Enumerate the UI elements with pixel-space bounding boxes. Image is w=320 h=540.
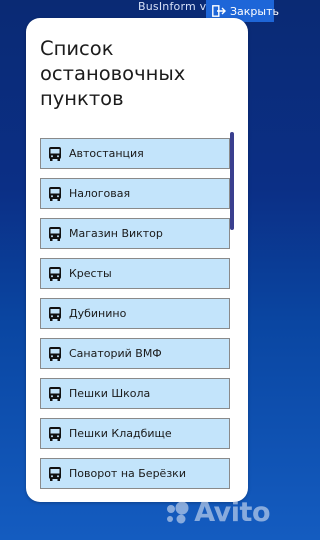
bus-icon xyxy=(49,386,61,401)
list-item[interactable]: Налоговая xyxy=(40,178,230,209)
list-item[interactable]: Кресты xyxy=(40,258,230,289)
stops-card: Список остановочных пунктов Автостанция xyxy=(26,18,248,502)
watermark-text: Avito xyxy=(194,497,270,528)
bus-icon xyxy=(49,306,61,321)
avito-watermark: Avito xyxy=(163,497,270,528)
list-item[interactable]: Автостанция xyxy=(40,138,230,169)
bus-icon xyxy=(49,226,61,241)
stop-label: Магазин Виктор xyxy=(69,227,163,240)
stop-label: Дубинино xyxy=(69,307,127,320)
scrollbar[interactable] xyxy=(230,132,234,230)
close-button-label: Закрыть xyxy=(230,4,279,18)
stop-label: Налоговая xyxy=(69,187,131,200)
list-item[interactable]: Пешки Кладбище xyxy=(40,418,230,449)
bus-icon xyxy=(49,266,61,281)
app-name: BusInform v xyxy=(138,0,207,13)
list-item[interactable]: Дубинино xyxy=(40,298,230,329)
list-item[interactable]: Пешки Школа xyxy=(40,378,230,409)
stop-label: Автостанция xyxy=(69,147,144,160)
avito-logo-icon xyxy=(163,501,191,525)
stop-label: Пешки Школа xyxy=(69,387,151,400)
stop-label: Кресты xyxy=(69,267,112,280)
list-item[interactable]: Магазин Виктор xyxy=(40,218,230,249)
bus-icon xyxy=(49,146,61,161)
stop-label: Пешки Кладбище xyxy=(69,427,172,440)
list-item[interactable]: Санаторий ВМФ xyxy=(40,338,230,369)
stop-label: Санаторий ВМФ xyxy=(69,347,162,360)
bus-icon xyxy=(49,186,61,201)
page-title: Список остановочных пунктов xyxy=(40,37,186,110)
list-item[interactable]: Поворот на Берёзки xyxy=(40,458,230,489)
exit-icon xyxy=(212,5,226,17)
bus-icon xyxy=(49,346,61,361)
bus-icon xyxy=(49,426,61,441)
stop-label: Поворот на Берёзки xyxy=(69,467,186,480)
bus-icon xyxy=(49,466,61,481)
